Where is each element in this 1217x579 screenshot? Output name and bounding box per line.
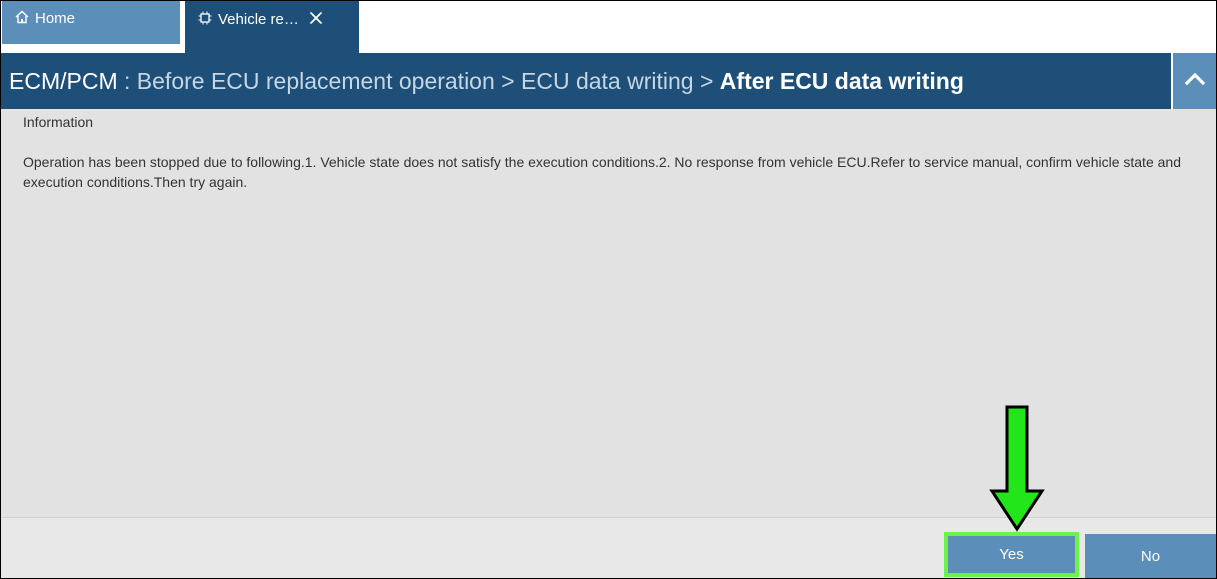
app-window: Home Vehicle re… ECM/PCM: Before ECU re… bbox=[0, 0, 1217, 579]
tab-home-label: Home bbox=[35, 10, 76, 27]
error-message: Operation has been stopped due to follow… bbox=[23, 154, 1181, 190]
breadcrumb-item-before-replacement: Before ECU replacement operation bbox=[136, 67, 495, 94]
breadcrumb-separator: > bbox=[693, 67, 720, 94]
home-icon bbox=[15, 10, 29, 24]
chevron-up-icon bbox=[1184, 72, 1205, 91]
collapse-button[interactable] bbox=[1173, 53, 1216, 109]
breadcrumb-header: ECM/PCM : Before ECU replacement operati… bbox=[1, 53, 1171, 109]
breadcrumb-separator: > bbox=[494, 67, 521, 94]
breadcrumb-current: After ECU data writing bbox=[719, 67, 964, 94]
tab-home[interactable]: Home bbox=[2, 1, 180, 44]
system-name: ECM/PCM bbox=[9, 67, 118, 94]
no-button[interactable]: No bbox=[1085, 534, 1216, 578]
chip-icon bbox=[198, 11, 212, 25]
system-separator: : bbox=[117, 67, 137, 94]
yes-button[interactable]: Yes bbox=[944, 532, 1079, 577]
tab-vehicle-label: Vehicle re… bbox=[218, 11, 299, 28]
breadcrumb-item-data-writing: ECU data writing bbox=[521, 67, 694, 94]
tab-vehicle-replacement[interactable]: Vehicle re… bbox=[185, 1, 359, 53]
tab-bar: Home Vehicle re… bbox=[1, 1, 1216, 53]
green-down-arrow-annotation bbox=[989, 405, 1045, 532]
close-icon[interactable] bbox=[309, 11, 323, 27]
section-title: Information bbox=[23, 114, 94, 130]
